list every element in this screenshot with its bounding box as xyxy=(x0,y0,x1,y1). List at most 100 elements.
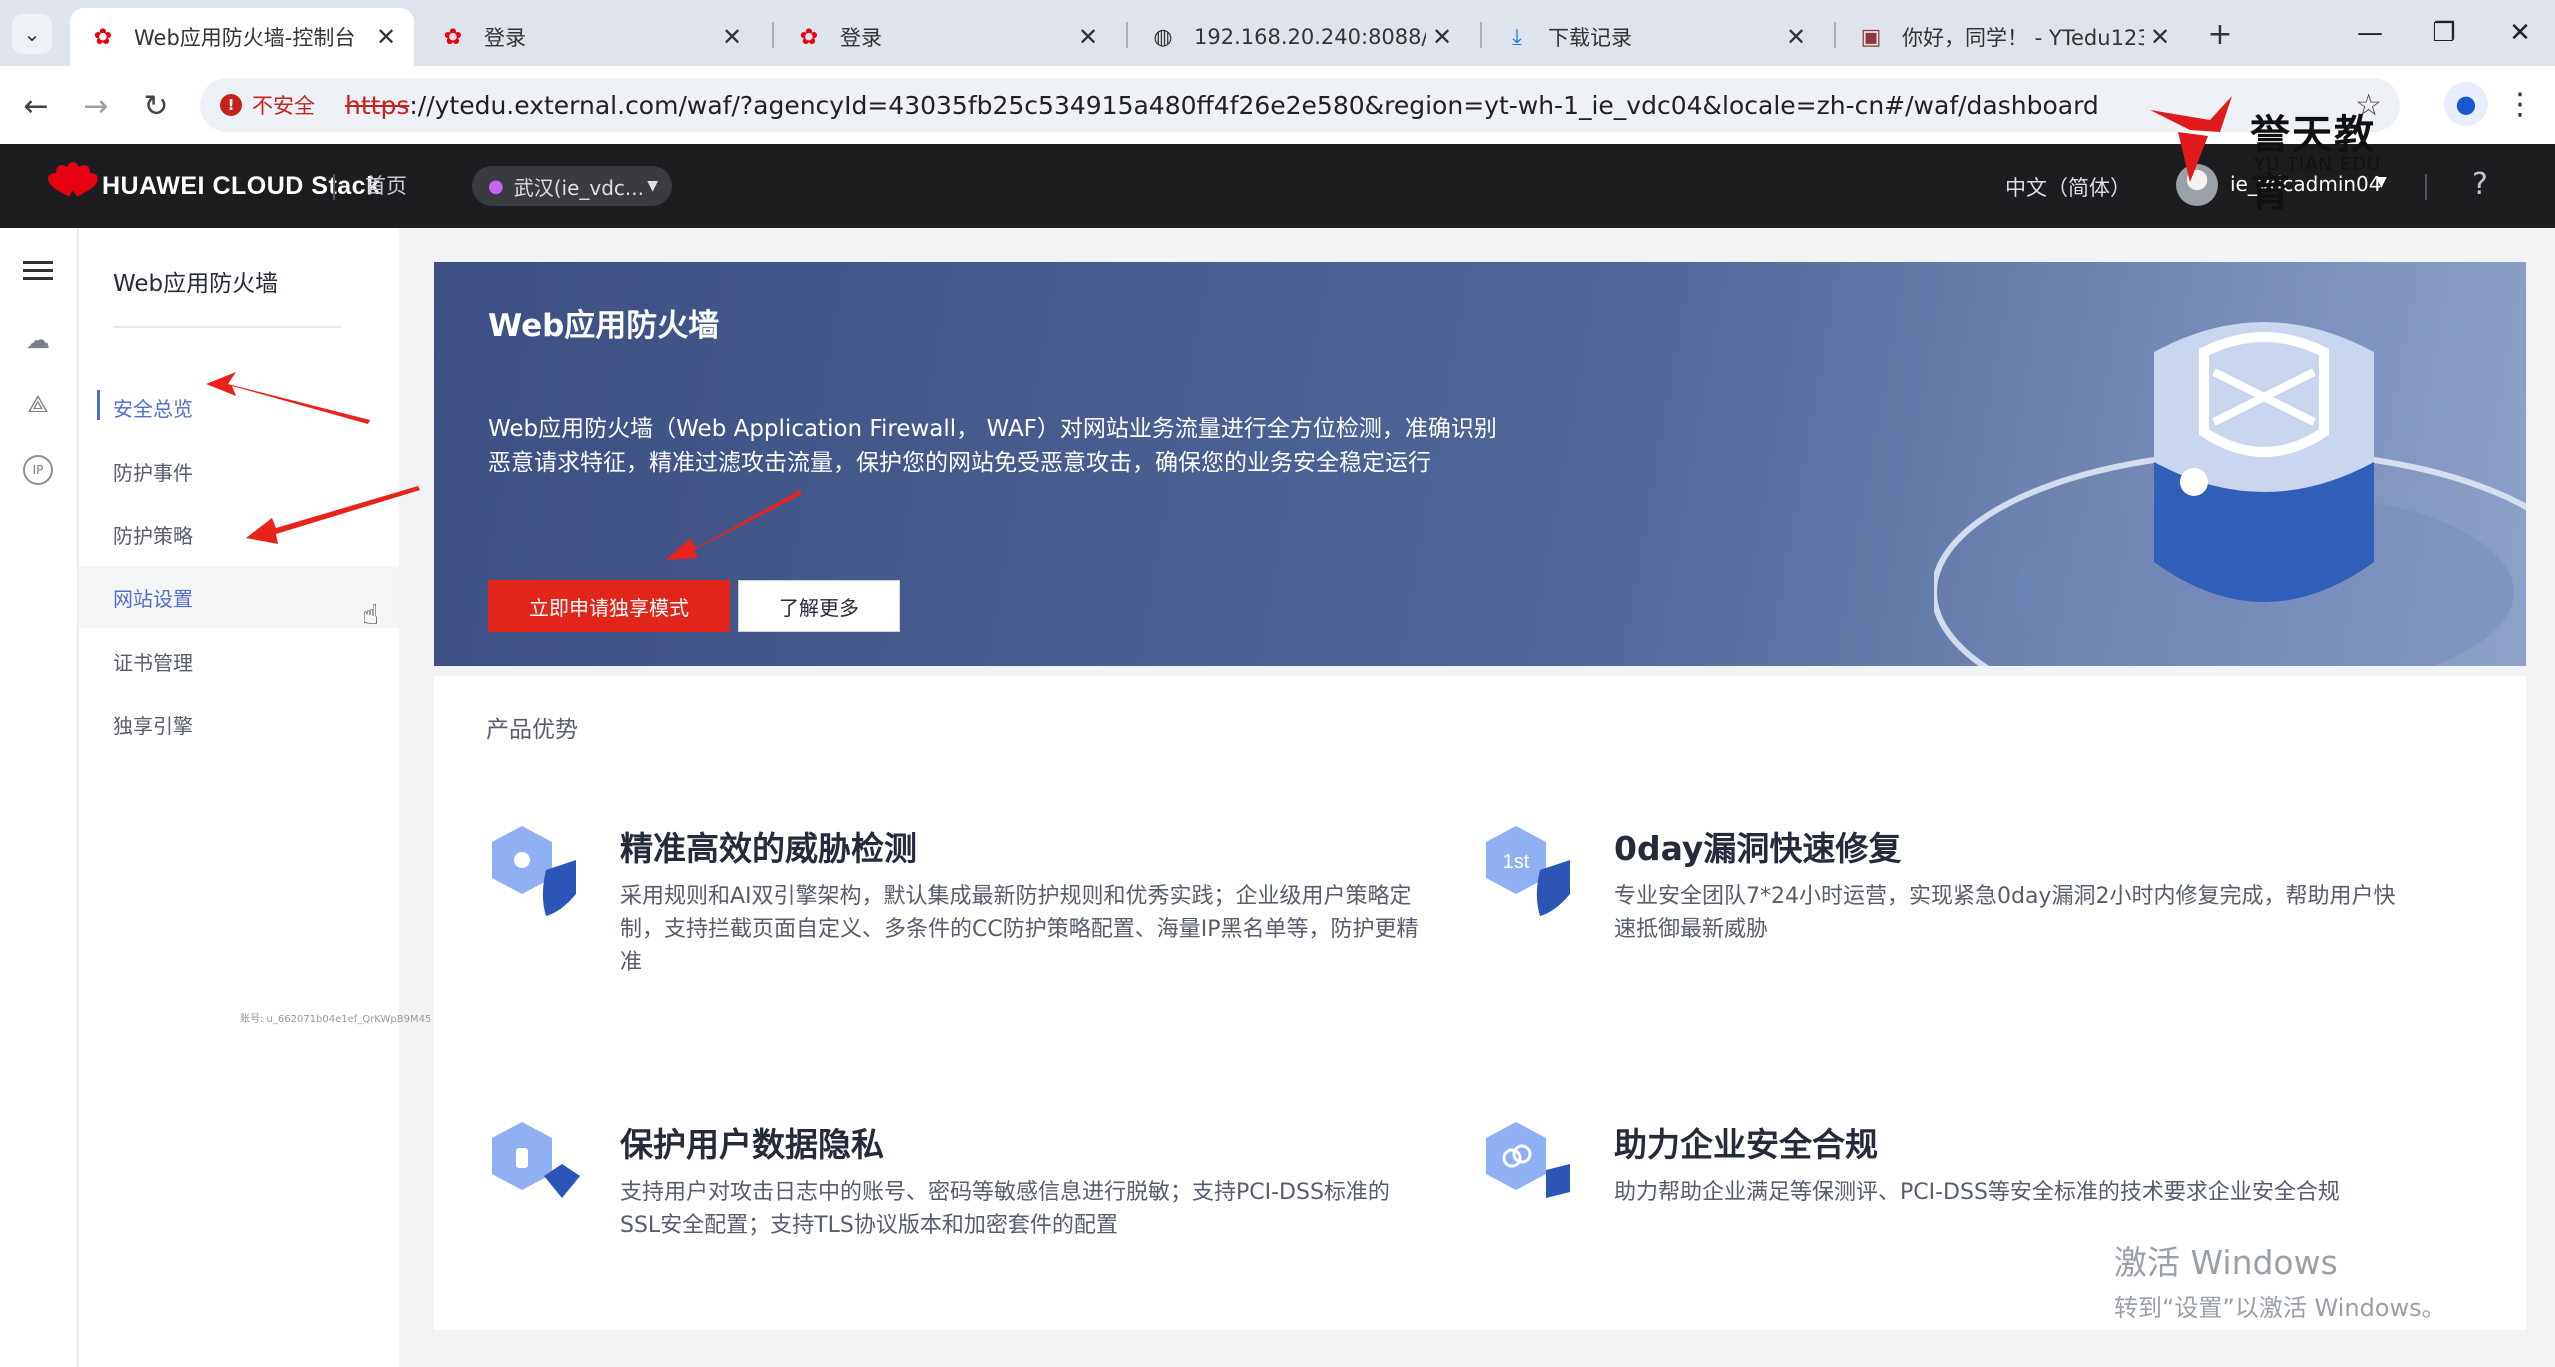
region-selector[interactable]: ● 武汉(ie_vdc... ▼ xyxy=(472,166,672,206)
security-indicator[interactable]: ! 不安全 xyxy=(220,90,315,120)
tab-title: 下载记录 xyxy=(1548,26,1632,50)
watermark-logo: 誉天教育 YU TIAN EDU xyxy=(2150,96,2410,216)
ip-service-icon[interactable]: IP xyxy=(18,450,58,490)
network-service-icon[interactable]: ⟁ xyxy=(18,384,58,424)
tab-separator xyxy=(1834,22,1836,48)
new-tab-button[interactable]: + xyxy=(2200,14,2240,54)
browser-tab-ip-address[interactable]: ◍ 192.168.20.240:8088/dev ✕ xyxy=(1130,8,1470,66)
minimize-icon: — xyxy=(2357,18,2383,48)
brand-name: HUAWEI CLOUD Stack xyxy=(102,171,381,200)
sidenav-divider xyxy=(113,326,341,328)
security-label: 不安全 xyxy=(252,94,315,118)
activation-line-2: 转到“设置”以激活 Windows。 xyxy=(2114,1294,2446,1322)
brand-logo[interactable]: HUAWEI CLOUD Stack xyxy=(44,161,381,210)
advantage-description: 采用规则和AI双引擎架构，默认集成最新防护规则和优秀实践；企业级用户策略定制，支… xyxy=(620,884,1419,975)
region-label: 武汉(ie_vdc... xyxy=(513,175,644,200)
advantage-title: 0day漏洞快速修复 xyxy=(1614,829,1902,868)
windows-activation-watermark: 激活 Windows 转到“设置”以激活 Windows。 xyxy=(2114,1236,2446,1323)
sidebar-item-label: 防护策略 xyxy=(113,523,193,548)
hamburger-icon xyxy=(23,256,53,285)
browser-tab-login-1[interactable]: ✿ 登录 ✕ xyxy=(420,8,760,66)
sidebar-item-certificates[interactable]: 证书管理 xyxy=(79,630,399,692)
close-tab-icon[interactable]: ✕ xyxy=(1780,23,1812,51)
sidenav-title: Web应用防火墙 xyxy=(113,271,279,297)
close-tab-icon[interactable]: ✕ xyxy=(370,23,402,51)
tab-separator xyxy=(1126,22,1128,48)
profile-avatar-button[interactable]: ● xyxy=(2444,82,2488,126)
hand-cursor-icon: ☝ xyxy=(362,598,380,631)
forward-button[interactable]: → xyxy=(74,84,118,128)
advantage-data-privacy: 保护用户数据隐私 支持用户对攻击日志中的账号、密码等敏感信息进行脱敏；支持PCI… xyxy=(486,1116,1446,1316)
home-link[interactable]: 首页 xyxy=(365,170,407,200)
url-text[interactable]: https://ytedu.external.com/waf/?agencyId… xyxy=(345,91,2099,120)
learn-more-button[interactable]: 了解更多 xyxy=(738,580,900,632)
advantage-description: 助力帮助企业满足等保测评、PCI-DSS等安全标准的技术要求企业安全合规 xyxy=(1614,1180,2340,1205)
side-navigation: Web应用防火墙 安全总览 防护事件 防护策略 网站设置 证书管理 独享引擎 xyxy=(79,228,399,1367)
location-pin-icon: ● xyxy=(488,175,504,197)
sidebar-item-protection-policies[interactable]: 防护策略 xyxy=(79,503,399,565)
menu-toggle-button[interactable] xyxy=(18,250,58,290)
tab-title: 你好，同学！ - YTedu123 xyxy=(1902,26,2144,50)
url-rest: ://ytedu.external.com/waf/?agencyId=4303… xyxy=(409,90,2099,120)
sidebar-item-protection-events[interactable]: 防护事件 xyxy=(79,440,399,502)
close-tab-icon[interactable]: ✕ xyxy=(2144,23,2176,51)
restore-icon: ❐ xyxy=(2432,18,2456,48)
address-bar[interactable]: ! 不安全 https://ytedu.external.com/waf/?ag… xyxy=(200,78,2400,132)
watermark-logo-en: YU TIAN EDU xyxy=(2254,154,2382,175)
banner-description: Web应用防火墙（Web Application Firewall， WAF）对… xyxy=(488,416,1497,476)
sidebar-item-label: 独享引擎 xyxy=(113,713,193,738)
browser-tab-waf-console[interactable]: ✿ Web应用防火墙-控制台 ✕ xyxy=(70,8,414,66)
advantage-threat-detection: 精准高效的威胁检测 采用规则和AI双引擎架构，默认集成最新防护规则和优秀实践；企… xyxy=(486,820,1446,1020)
tab-separator xyxy=(1480,22,1482,48)
privacy-lock-icon xyxy=(492,1122,580,1198)
sidebar-item-dedicated-engine[interactable]: 独享引擎 xyxy=(79,693,399,755)
plus-icon: + xyxy=(2207,16,2233,52)
caret-down-icon: ▼ xyxy=(647,178,658,194)
cloud-service-icon[interactable]: ☁ xyxy=(18,320,58,360)
person-icon: ● xyxy=(2455,90,2477,118)
restore-button[interactable]: ❐ xyxy=(2414,10,2474,56)
tab-title: Web应用防火墙-控制台 xyxy=(134,26,356,50)
download-icon: ⤓ xyxy=(1512,24,1522,50)
browser-tab-ytedu[interactable]: ▣ 你好，同学！ - YTedu123 ✕ xyxy=(1838,8,2188,66)
arrow-right-icon: → xyxy=(83,88,109,124)
sidebar-item-label: 网站设置 xyxy=(113,586,193,611)
close-tab-icon[interactable]: ✕ xyxy=(1426,23,1458,51)
compliance-icon xyxy=(1486,1122,1570,1198)
globe-icon: ◍ xyxy=(1153,24,1173,50)
sidebar-item-website-settings[interactable]: 网站设置 xyxy=(79,566,399,628)
header-separator xyxy=(2425,174,2427,200)
banner-title: Web应用防火墙 xyxy=(488,308,720,344)
tab-search-button[interactable]: ⌄ xyxy=(12,14,52,54)
language-switcher[interactable]: 中文（简体） xyxy=(2005,172,2131,202)
browser-tab-strip: ⌄ ✿ Web应用防火墙-控制台 ✕ ✿ 登录 ✕ ✿ 登录 ✕ ◍ 192.1… xyxy=(0,0,2555,66)
advantage-title: 保护用户数据隐私 xyxy=(620,1125,884,1164)
apply-dedicated-mode-button[interactable]: 立即申请独享模式 xyxy=(488,580,730,632)
advantage-title: 助力企业安全合规 xyxy=(1614,1125,1878,1164)
tab-title: 登录 xyxy=(484,26,526,50)
kebab-icon: ⋮ xyxy=(2505,86,2535,122)
url-scheme: https xyxy=(345,90,410,120)
hero-banner: Web应用防火墙 Web应用防火墙（Web Application Firewa… xyxy=(434,262,2526,666)
minimize-button[interactable]: — xyxy=(2340,10,2400,56)
sidebar-item-security-overview[interactable]: 安全总览 xyxy=(79,376,399,438)
first-badge-text: 1st xyxy=(1503,851,1530,873)
close-tab-icon[interactable]: ✕ xyxy=(716,23,748,51)
close-tab-icon[interactable]: ✕ xyxy=(1072,23,1104,51)
activation-line-1: 激活 Windows xyxy=(2114,1243,2338,1282)
service-icon-rail: ☁ ⟁ IP xyxy=(0,228,78,1367)
sidebar-item-label: 安全总览 xyxy=(113,396,193,421)
advantage-description: 支持用户对攻击日志中的账号、密码等敏感信息进行脱敏；支持PCI-DSS标准的SS… xyxy=(620,1180,1390,1238)
huawei-logo-icon xyxy=(44,161,102,210)
arrow-left-icon: ← xyxy=(23,88,49,124)
huawei-favicon-icon: ✿ xyxy=(799,24,819,50)
browser-tab-login-2[interactable]: ✿ 登录 ✕ xyxy=(776,8,1116,66)
browser-tab-downloads[interactable]: ⤓ 下载记录 ✕ xyxy=(1484,8,1824,66)
close-window-button[interactable]: ✕ xyxy=(2490,10,2550,56)
panel-title: 产品优势 xyxy=(486,717,578,743)
product-advantages-panel: 产品优势 精准高效的威胁检测 采用规则和AI双引擎架构，默认集成最新防护规则和优… xyxy=(434,676,2526,1330)
help-icon[interactable]: ? xyxy=(2462,166,2498,202)
reload-button[interactable]: ↻ xyxy=(134,84,178,128)
back-button[interactable]: ← xyxy=(14,84,58,128)
browser-menu-button[interactable]: ⋮ xyxy=(2505,82,2535,126)
